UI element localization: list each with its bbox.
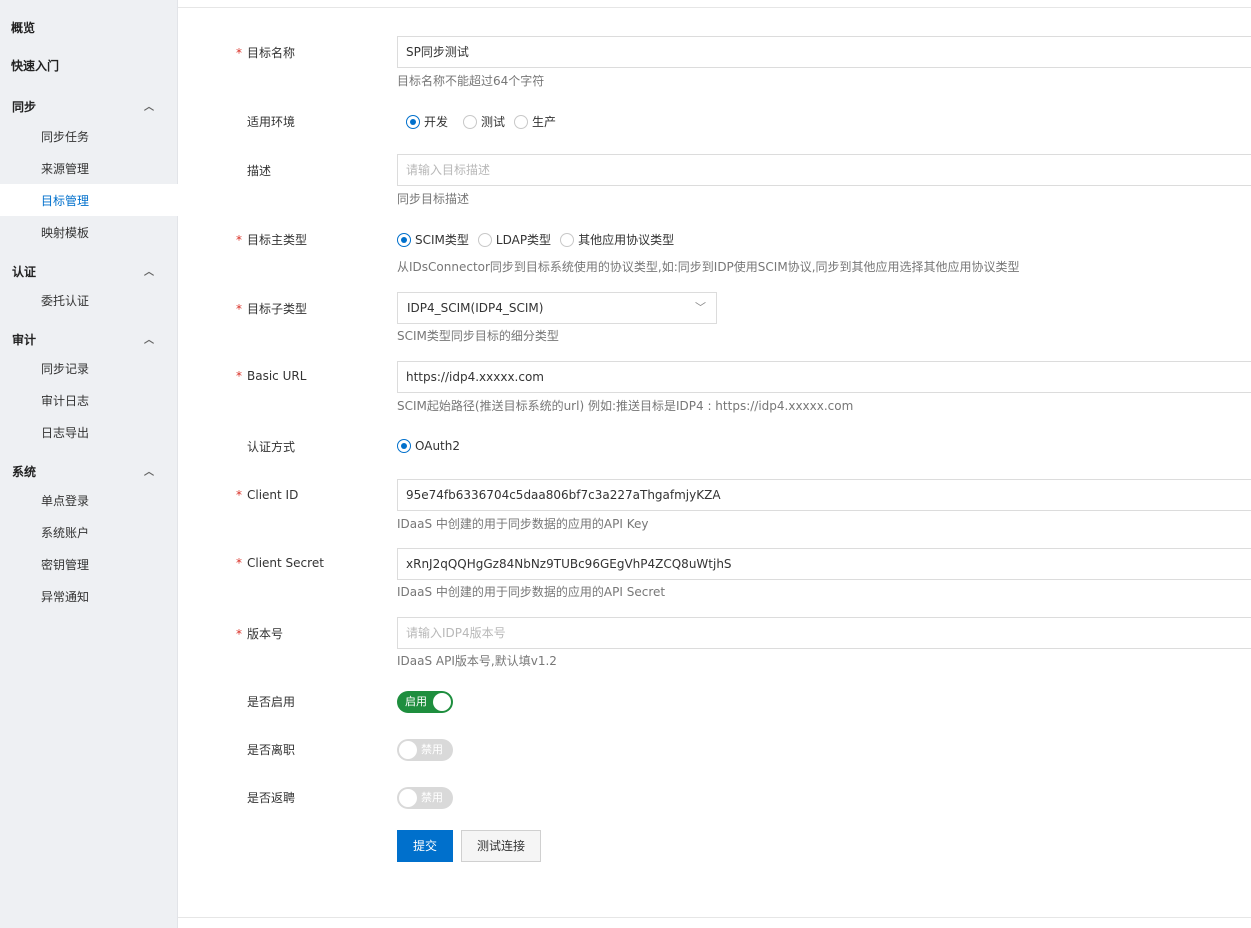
environment-label: 适用环境 bbox=[247, 115, 296, 129]
radio-dev[interactable]: 开发 bbox=[406, 113, 448, 130]
radio-unchecked-icon bbox=[560, 232, 575, 247]
sidebar-item-key[interactable]: 密钥管理 bbox=[41, 556, 89, 573]
sidebar-group-label: 系统 bbox=[12, 465, 37, 479]
sidebar-group-system[interactable]: 系统 ︿ bbox=[12, 463, 154, 480]
version-help: IDaaS API版本号,默认填v1.2 bbox=[397, 654, 557, 668]
sidebar-item-sso[interactable]: 单点登录 bbox=[41, 492, 89, 509]
description-input[interactable]: 请输入目标描述 bbox=[397, 154, 1251, 186]
main-type-radio-group: SCIM类型 LDAP类型 其他应用协议类型 bbox=[397, 231, 683, 248]
sidebar-item-sync-record[interactable]: 同步记录 bbox=[41, 360, 89, 377]
description-help: 同步目标描述 bbox=[397, 192, 470, 206]
sidebar-item-log-export[interactable]: 日志导出 bbox=[41, 424, 89, 441]
sidebar-group-label: 审计 bbox=[12, 333, 37, 347]
sidebar-group-audit[interactable]: 审计 ︿ bbox=[12, 331, 154, 348]
sidebar-group-auth[interactable]: 认证 ︿ bbox=[12, 263, 154, 280]
chevron-down-icon: ﹀ bbox=[695, 301, 706, 314]
test-connection-button[interactable]: 测试连接 bbox=[461, 830, 541, 862]
required-marker: * bbox=[236, 46, 242, 60]
rehired-label: 是否返聘 bbox=[247, 791, 296, 805]
target-name-help: 目标名称不能超过64个字符 bbox=[397, 74, 545, 88]
version-input[interactable]: 请输入IDP4版本号 bbox=[397, 617, 1251, 649]
enabled-toggle[interactable]: 启用 bbox=[397, 691, 453, 713]
chevron-up-icon: ︿ bbox=[144, 335, 154, 346]
sidebar-group-label: 认证 bbox=[12, 265, 37, 279]
sidebar-item-overview[interactable]: 概览 bbox=[11, 19, 35, 36]
client-id-input[interactable]: 95e74fb6336704c5daa806bf7c3a227aThgafmjy… bbox=[397, 479, 1251, 511]
radio-checked-icon bbox=[397, 232, 411, 247]
client-secret-help: IDaaS 中创建的用于同步数据的应用的API Secret bbox=[397, 585, 666, 599]
client-id-label: * Client ID bbox=[236, 488, 299, 502]
client-secret-label: * Client Secret bbox=[236, 556, 324, 570]
version-label: * 版本号 bbox=[236, 627, 284, 641]
sidebar: 概览 快速入门 同步 ︿ 同步任务 来源管理 目标管理 映射模板 认证 ︿ 委托… bbox=[0, 0, 178, 928]
required-marker: * bbox=[236, 233, 242, 247]
resigned-toggle[interactable]: 禁用 bbox=[397, 739, 453, 761]
sidebar-item-audit-log[interactable]: 审计日志 bbox=[41, 392, 89, 409]
radio-unchecked-icon bbox=[514, 114, 529, 129]
radio-test[interactable]: 测试 bbox=[463, 113, 505, 130]
basic-url-help: SCIM起始路径(推送目标系统的url) 例如:推送目标是IDP4 : http… bbox=[397, 399, 854, 413]
environment-radio-group: 开发 测试 生产 bbox=[406, 113, 565, 130]
toggle-knob bbox=[399, 741, 417, 759]
required-marker: * bbox=[236, 556, 242, 570]
sidebar-item-mapping[interactable]: 映射模板 bbox=[41, 224, 89, 241]
chevron-up-icon: ︿ bbox=[144, 102, 154, 113]
auth-method-label: 认证方式 bbox=[247, 440, 296, 454]
radio-checked-icon bbox=[397, 439, 411, 453]
sidebar-item-target[interactable]: 目标管理 bbox=[0, 184, 178, 216]
sidebar-item-alert[interactable]: 异常通知 bbox=[41, 588, 89, 605]
sub-type-label: * 目标子类型 bbox=[236, 302, 308, 316]
footer-divider bbox=[178, 917, 1251, 918]
auth-method-radio-group: OAuth2 bbox=[397, 439, 469, 453]
sidebar-item-quickstart[interactable]: 快速入门 bbox=[11, 57, 59, 74]
enabled-label: 是否启用 bbox=[247, 695, 296, 709]
sub-type-help: SCIM类型同步目标的细分类型 bbox=[397, 329, 559, 343]
description-label: 描述 bbox=[247, 164, 272, 178]
radio-checked-icon bbox=[406, 114, 420, 129]
radio-oauth2[interactable]: OAuth2 bbox=[397, 439, 460, 453]
client-secret-input[interactable]: xRnJ2qQQHgGz84NbNz9TUBc96GEgVhP4ZCQ8uWtj… bbox=[397, 548, 1251, 580]
target-form: * 目标名称 SP同步测试 目标名称不能超过64个字符 适用环境 开发 测试 生产… bbox=[178, 8, 1251, 928]
client-id-help: IDaaS 中创建的用于同步数据的应用的API Key bbox=[397, 517, 649, 531]
sidebar-item-label: 目标管理 bbox=[41, 194, 90, 208]
sidebar-item-system-account[interactable]: 系统账户 bbox=[41, 524, 89, 541]
basic-url-input[interactable]: https://idp4.xxxxx.com bbox=[397, 361, 1251, 393]
required-marker: * bbox=[236, 369, 242, 383]
submit-button[interactable]: 提交 bbox=[397, 830, 453, 862]
radio-prod[interactable]: 生产 bbox=[514, 113, 556, 130]
required-marker: * bbox=[236, 627, 242, 641]
chevron-up-icon: ︿ bbox=[144, 267, 154, 278]
main-type-label: * 目标主类型 bbox=[236, 233, 308, 247]
top-bar bbox=[0, 0, 1251, 8]
toggle-knob bbox=[433, 693, 451, 711]
target-name-input[interactable]: SP同步测试 bbox=[397, 36, 1251, 68]
radio-unchecked-icon bbox=[463, 114, 478, 129]
rehired-toggle[interactable]: 禁用 bbox=[397, 787, 453, 809]
required-marker: * bbox=[236, 302, 242, 316]
target-name-label: * 目标名称 bbox=[236, 46, 296, 60]
sidebar-item-source[interactable]: 来源管理 bbox=[41, 160, 89, 177]
sidebar-group-sync[interactable]: 同步 ︿ bbox=[12, 98, 154, 115]
toggle-knob bbox=[399, 789, 417, 807]
radio-ldap[interactable]: LDAP类型 bbox=[477, 231, 551, 248]
radio-unchecked-icon bbox=[477, 232, 492, 247]
sidebar-group-label: 同步 bbox=[12, 100, 37, 114]
basic-url-label: * Basic URL bbox=[236, 369, 307, 383]
sidebar-item-sync-task[interactable]: 同步任务 bbox=[41, 128, 89, 145]
radio-other[interactable]: 其他应用协议类型 bbox=[560, 231, 674, 248]
sidebar-item-delegate[interactable]: 委托认证 bbox=[41, 292, 89, 309]
radio-scim[interactable]: SCIM类型 bbox=[397, 231, 469, 248]
main-type-help: 从IDsConnector同步到目标系统使用的协议类型,如:同步到IDP使用SC… bbox=[397, 260, 1020, 274]
required-marker: * bbox=[236, 488, 242, 502]
sub-type-select[interactable]: IDP4_SCIM(IDP4_SCIM) ﹀ bbox=[397, 292, 717, 324]
chevron-up-icon: ︿ bbox=[144, 467, 154, 478]
resigned-label: 是否离职 bbox=[247, 743, 296, 757]
